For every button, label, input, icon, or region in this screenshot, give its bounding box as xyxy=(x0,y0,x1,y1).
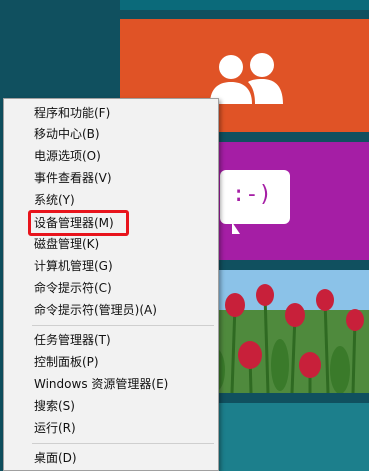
menu-separator xyxy=(32,325,214,326)
menu-item-computer-management[interactable]: 计算机管理(G) xyxy=(34,255,113,277)
menu-item-run[interactable]: 运行(R) xyxy=(34,417,76,439)
menu-item-disk-management[interactable]: 磁盘管理(K) xyxy=(34,233,99,255)
menu-item-file-explorer[interactable]: Windows 资源管理器(E) xyxy=(34,373,168,395)
highlight-box-device-manager xyxy=(28,210,129,236)
speech-bubble-tail xyxy=(232,222,250,234)
menu-item-task-manager[interactable]: 任务管理器(T) xyxy=(34,329,111,351)
menu-item-control-panel[interactable]: 控制面板(P) xyxy=(34,351,99,373)
menu-item-desktop[interactable]: 桌面(D) xyxy=(34,447,77,469)
menu-item-power-options[interactable]: 电源选项(O) xyxy=(34,145,101,167)
menu-item-search[interactable]: 搜索(S) xyxy=(34,395,75,417)
menu-item-mobility-center[interactable]: 移动中心(B) xyxy=(34,123,100,145)
menu-item-system[interactable]: 系统(Y) xyxy=(34,189,75,211)
menu-separator xyxy=(32,443,214,444)
emoticon-text: :-) xyxy=(232,182,272,207)
menu-item-programs-and-features[interactable]: 程序和功能(F) xyxy=(34,102,110,124)
power-user-context-menu: 程序和功能(F) 移动中心(B) 电源选项(O) 事件查看器(V) 系统(Y) … xyxy=(3,98,219,471)
menu-item-command-prompt-admin[interactable]: 命令提示符(管理员)(A) xyxy=(34,299,157,321)
menu-item-event-viewer[interactable]: 事件查看器(V) xyxy=(34,167,112,189)
menu-item-command-prompt[interactable]: 命令提示符(C) xyxy=(34,277,112,299)
tile-top-partial[interactable] xyxy=(120,0,369,10)
